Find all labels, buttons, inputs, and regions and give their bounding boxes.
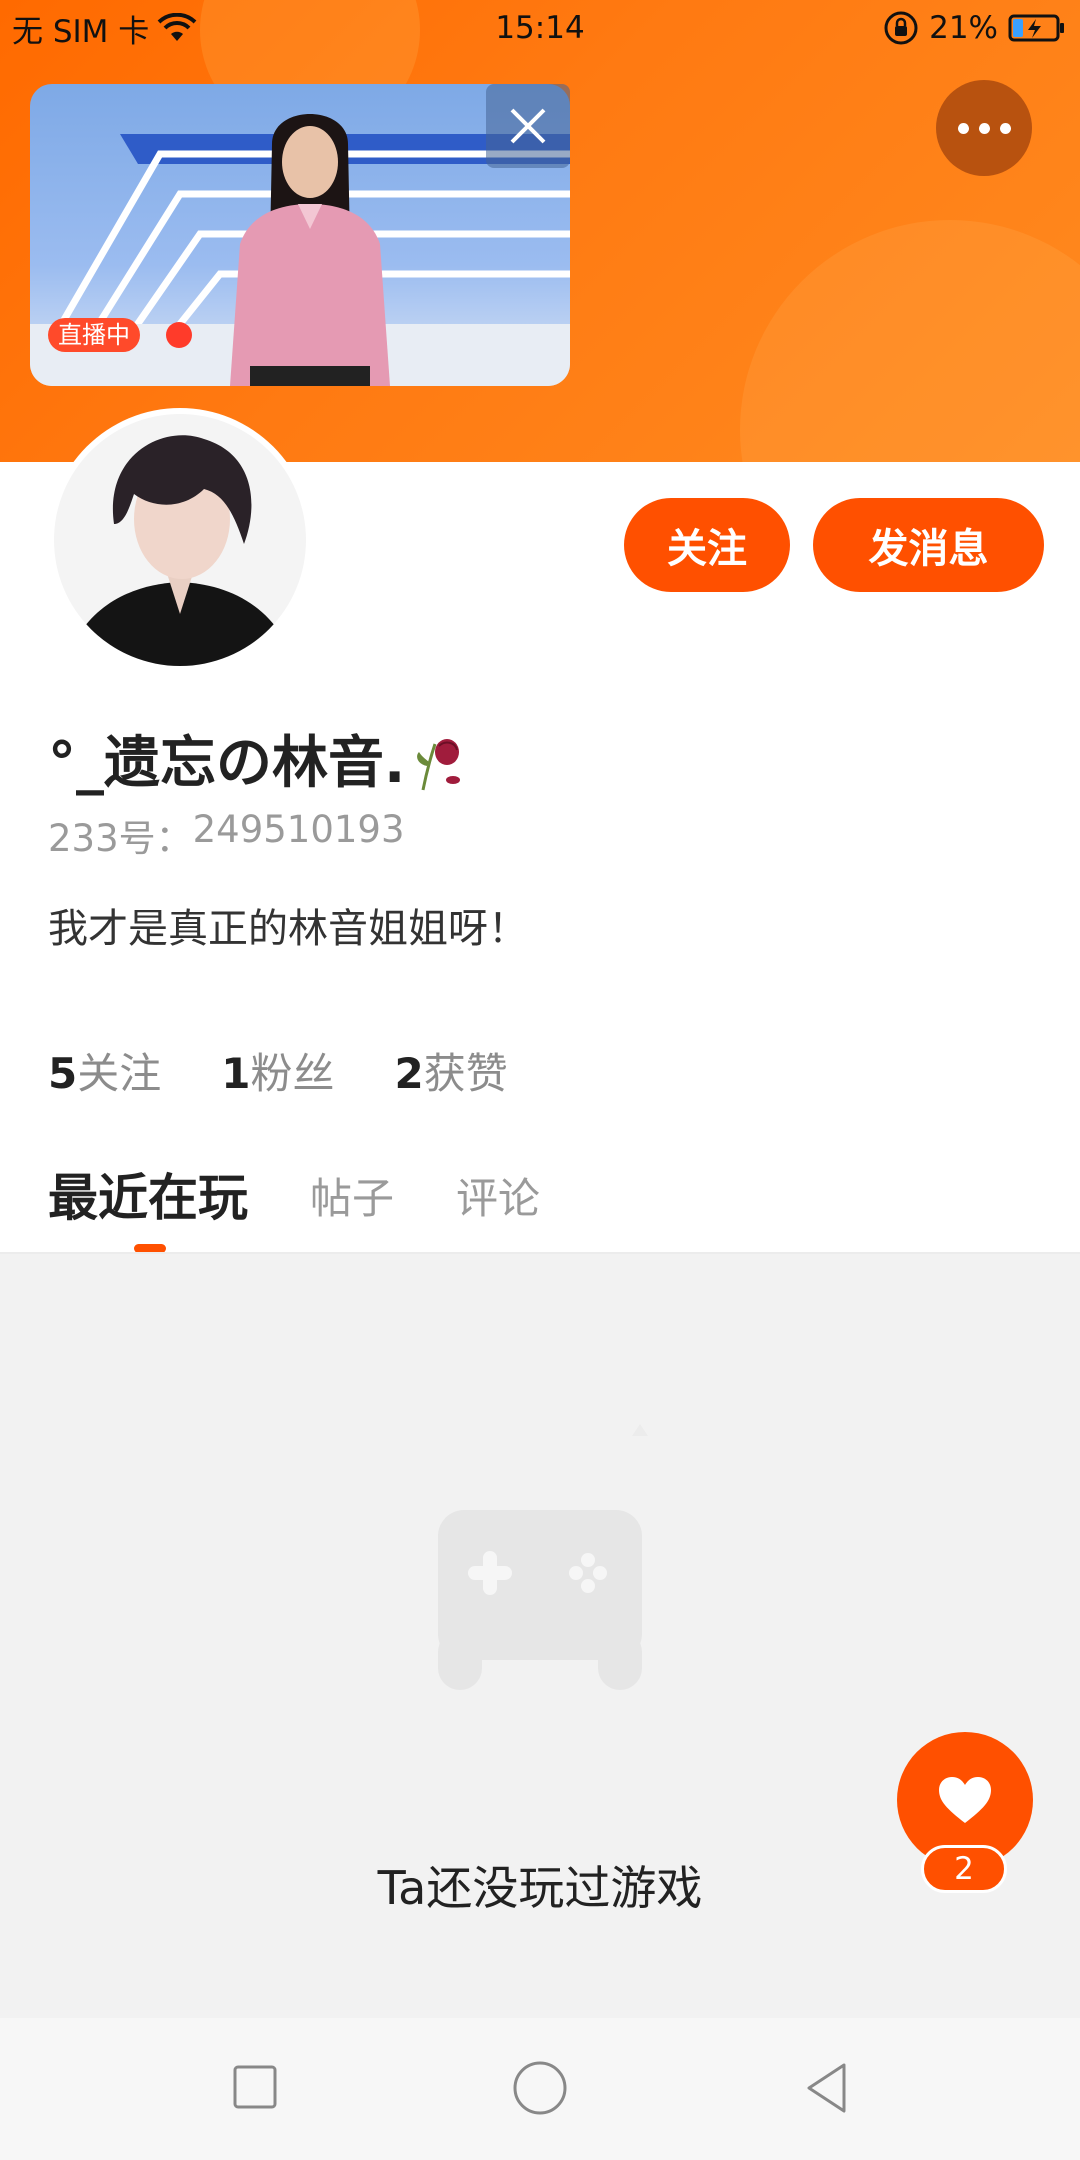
stat-number: 2 — [394, 1049, 424, 1098]
battery-charging-icon — [1008, 14, 1064, 42]
more-dot-icon — [999, 122, 1011, 134]
stat-number: 1 — [221, 1049, 251, 1098]
more-dot-icon — [957, 122, 969, 134]
user-id-label: 233号： — [48, 817, 193, 860]
stats-row: 5关注 1粉丝 2获赞 — [48, 1040, 508, 1101]
more-options-button[interactable] — [936, 80, 1032, 176]
stat-following[interactable]: 5关注 — [48, 1040, 161, 1101]
stat-label: 获赞 — [423, 1049, 508, 1098]
stat-label: 粉丝 — [250, 1049, 335, 1098]
heart-icon — [939, 1777, 991, 1823]
user-id-value: 249510193 — [192, 808, 405, 851]
send-message-button[interactable]: 发消息 — [813, 498, 1044, 592]
nickname: °_遗忘の林音. — [48, 731, 406, 796]
avatar-image — [54, 414, 306, 666]
stat-number: 5 — [48, 1049, 78, 1098]
news-anchor-figure — [230, 114, 390, 386]
back-icon[interactable] — [804, 2062, 850, 2114]
section-divider — [0, 1252, 1080, 1254]
live-indicator-dot — [166, 322, 192, 348]
stat-fans[interactable]: 1粉丝 — [221, 1040, 334, 1101]
close-live-button[interactable] — [486, 84, 570, 168]
close-icon — [510, 108, 546, 144]
tab-posts[interactable]: 帖子 — [310, 1165, 394, 1230]
live-badge: 直播中 — [48, 318, 140, 352]
profile-tabs: 最近在玩 帖子 评论 — [48, 1158, 540, 1230]
rotation-lock-icon — [884, 11, 918, 45]
follow-button[interactable]: 关注 — [624, 498, 790, 592]
avatar[interactable] — [54, 414, 306, 666]
nickname-row: °_遗忘の林音. — [48, 718, 463, 799]
status-right: 21% — [883, 8, 1066, 48]
empty-state-text: Ta还没玩过游戏 — [377, 1861, 703, 1915]
recent-apps-icon[interactable] — [232, 2064, 278, 2110]
tab-recently-played[interactable]: 最近在玩 — [48, 1158, 248, 1230]
battery-percent: 21% — [929, 10, 998, 46]
user-bio: 我才是真正的林音姐姐呀！ — [48, 906, 528, 952]
like-count-badge: 2 — [921, 1845, 1007, 1893]
tab-comments[interactable]: 评论 — [456, 1165, 540, 1230]
stat-likes[interactable]: 2获赞 — [395, 1040, 508, 1101]
home-icon[interactable] — [512, 2060, 568, 2116]
gamepad-empty-icon — [438, 1424, 648, 1690]
user-id: 233号： 249510193 — [48, 808, 405, 862]
wilted-rose-icon — [417, 738, 461, 790]
stat-label: 关注 — [77, 1049, 162, 1098]
system-navigation-bar — [0, 2018, 1080, 2160]
more-dot-icon — [978, 122, 990, 134]
